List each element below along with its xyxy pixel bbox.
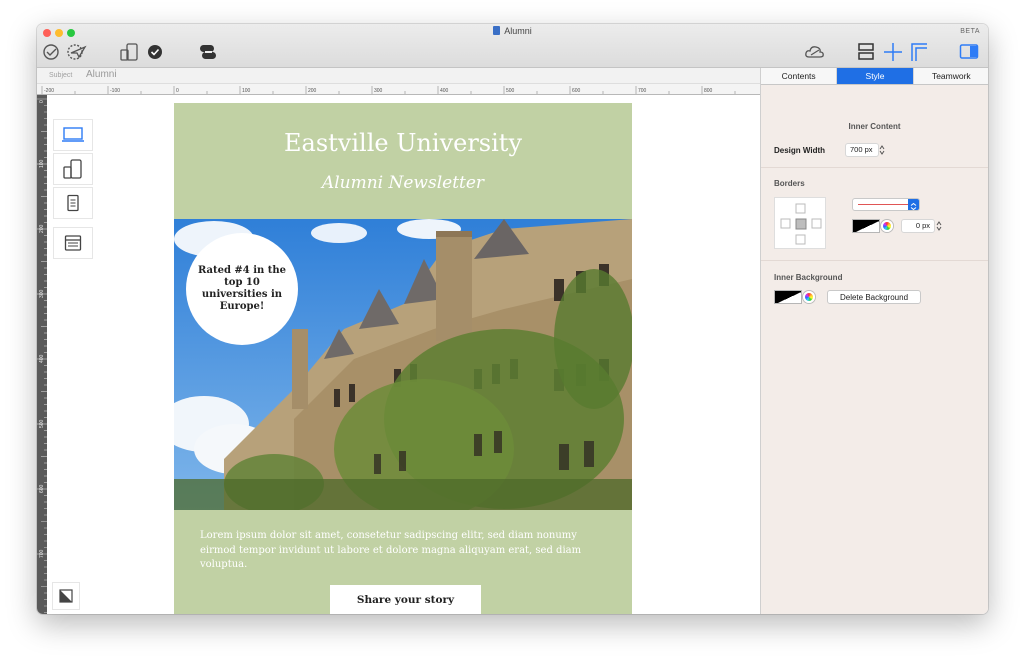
vertical-ruler-ticks: 0 100 200 300 400 500 600 700 bbox=[37, 98, 47, 613]
border-width-input[interactable]: 0 px bbox=[901, 219, 935, 233]
design-width-stepper[interactable] bbox=[878, 143, 886, 157]
border-color-swatch[interactable] bbox=[852, 219, 880, 233]
ruler-label: 400 bbox=[440, 88, 449, 94]
beta-label: BETA bbox=[960, 28, 980, 35]
hero-image[interactable]: Rated #4 in the top 10 universities in E… bbox=[174, 219, 632, 510]
document-icon bbox=[493, 26, 501, 35]
tablet-icon bbox=[67, 194, 79, 212]
section-title: Inner Content bbox=[848, 122, 901, 131]
window-title: Alumni bbox=[37, 26, 988, 36]
chevron-updown-icon bbox=[908, 199, 919, 211]
ruler-label: 300 bbox=[374, 88, 383, 94]
ruler-label: 100 bbox=[39, 159, 45, 168]
window-title-text: Alumni bbox=[504, 26, 532, 36]
email-subtitle: Alumni Newsletter bbox=[321, 173, 485, 193]
design-canvas[interactable]: Eastville University Alumni Newsletter R… bbox=[47, 95, 760, 614]
tablet-preview-button[interactable] bbox=[53, 187, 93, 219]
border-sides-icon bbox=[780, 203, 822, 245]
cloud-icon[interactable] bbox=[804, 42, 826, 62]
stepper-arrows-icon bbox=[879, 145, 885, 155]
ruler-label: 0 bbox=[176, 88, 179, 94]
ruler-label: 400 bbox=[39, 354, 45, 363]
ruler-label: 800 bbox=[704, 88, 713, 94]
ruler-label: 0 bbox=[39, 100, 45, 103]
layers-button[interactable] bbox=[52, 582, 80, 610]
design-width-input[interactable]: 700 px bbox=[845, 143, 879, 157]
design-width-label: Design Width bbox=[774, 146, 826, 155]
subject-label: Subject bbox=[49, 72, 73, 79]
mobile-tablet-preview-button[interactable] bbox=[53, 153, 93, 185]
preview-send-icon[interactable] bbox=[42, 42, 62, 62]
horizontal-ruler-ticks: -200 -100 0 100 200 300 400 500 600 700 800 bbox=[41, 86, 736, 94]
share-story-button[interactable]: Share your story bbox=[330, 585, 481, 614]
inner-background-color-picker-icon[interactable] bbox=[803, 291, 815, 303]
tab-style[interactable]: Style bbox=[837, 68, 914, 84]
ruler-label: 500 bbox=[39, 419, 45, 428]
border-line-preview-icon bbox=[858, 204, 908, 205]
borders-label: Borders bbox=[774, 179, 805, 188]
border-side-selector[interactable] bbox=[774, 197, 826, 249]
inner-background-label: Inner Background bbox=[774, 273, 843, 282]
ruler-label: 100 bbox=[242, 88, 251, 94]
ruler-label: 300 bbox=[39, 289, 45, 298]
ruler-label: 500 bbox=[506, 88, 515, 94]
ruler-label: 200 bbox=[308, 88, 317, 94]
horizontal-ruler: -200 -100 0 100 200 300 400 500 600 700 800 bbox=[37, 84, 760, 95]
delete-background-button[interactable]: Delete Background bbox=[827, 290, 921, 304]
link-icon[interactable] bbox=[199, 43, 217, 61]
ruler-label: 600 bbox=[572, 88, 581, 94]
tab-contents[interactable]: Contents bbox=[761, 68, 838, 84]
divider bbox=[761, 260, 988, 261]
ruler-label: 200 bbox=[39, 224, 45, 233]
browser-preview-button[interactable] bbox=[53, 227, 93, 259]
ruler-label: 700 bbox=[638, 88, 647, 94]
ruler-label: -100 bbox=[110, 88, 120, 94]
send-test-icon[interactable] bbox=[65, 42, 89, 62]
stepper-arrows-icon bbox=[936, 221, 942, 231]
inner-background-swatch[interactable] bbox=[774, 290, 802, 304]
email-body-text[interactable]: Lorem ipsum dolor sit amet, consetetur s… bbox=[200, 529, 610, 573]
check-icon[interactable] bbox=[147, 44, 163, 60]
inspector-sidebar: Contents Style Teamwork Inner Content De… bbox=[760, 68, 988, 614]
email-header[interactable]: Eastville University Alumni Newsletter bbox=[174, 103, 632, 219]
inspector-tabs: Contents Style Teamwork bbox=[761, 68, 988, 85]
subject-bar: Subject Alumni bbox=[37, 68, 760, 84]
titlebar: Alumni BETA bbox=[37, 24, 988, 68]
layout-icon[interactable] bbox=[856, 41, 876, 63]
mobile-tablet-icon bbox=[63, 159, 82, 179]
tab-teamwork[interactable]: Teamwork bbox=[914, 68, 988, 84]
border-color-picker-icon[interactable] bbox=[881, 220, 893, 232]
ruler-label: -200 bbox=[44, 88, 54, 94]
margins-icon[interactable] bbox=[909, 41, 929, 63]
border-width-stepper[interactable] bbox=[935, 219, 943, 233]
subject-input[interactable]: Alumni bbox=[86, 69, 117, 80]
email-preview[interactable]: Eastville University Alumni Newsletter R… bbox=[174, 103, 632, 614]
app-window: Alumni BETA Subject Alumni -200 -100 0 1… bbox=[37, 24, 988, 614]
ruler-label: 700 bbox=[39, 549, 45, 558]
email-title: Eastville University bbox=[284, 129, 522, 157]
desktop-preview-button[interactable] bbox=[53, 119, 93, 151]
layers-icon bbox=[59, 589, 73, 603]
ruler-label: 600 bbox=[39, 484, 45, 493]
vertical-ruler: 0 100 200 300 400 500 600 700 bbox=[37, 95, 47, 614]
browser-icon bbox=[64, 235, 82, 251]
rating-badge: Rated #4 in the top 10 universities in E… bbox=[186, 233, 298, 345]
grid-guides-icon[interactable] bbox=[883, 41, 903, 63]
device-preview-icon[interactable] bbox=[119, 42, 141, 62]
sidebar-toggle-icon[interactable] bbox=[959, 43, 979, 61]
desktop-icon bbox=[62, 127, 84, 142]
border-style-select[interactable] bbox=[852, 198, 920, 211]
divider bbox=[761, 167, 988, 168]
